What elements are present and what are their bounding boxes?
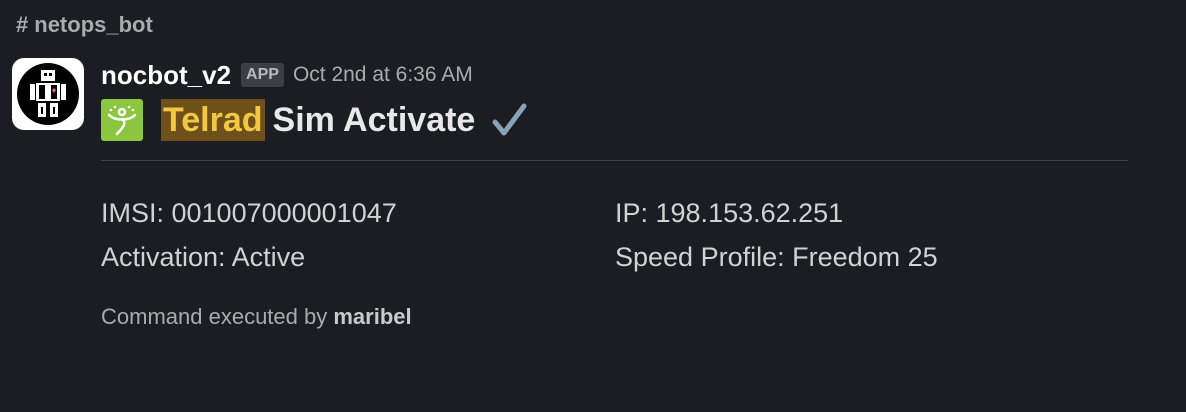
- telrad-logo-icon: [101, 99, 143, 141]
- heavy-check-mark-icon: [492, 103, 527, 136]
- channel-name[interactable]: netops_bot: [34, 12, 153, 38]
- field-activation: Activation: Active: [101, 242, 306, 272]
- bot-name[interactable]: nocbot_v2: [101, 60, 231, 91]
- app-badge: APP: [241, 63, 284, 87]
- message-title: Telrad Sim Activate: [101, 98, 1141, 142]
- robot-icon: [17, 63, 79, 125]
- title-text: Sim Activate: [272, 100, 476, 139]
- message-timestamp[interactable]: Oct 2nd at 6:36 AM: [293, 63, 473, 87]
- bot-avatar[interactable]: [12, 58, 84, 130]
- field-speed-profile: Speed Profile: Freedom 25: [615, 242, 938, 272]
- message-content: nocbot_v2 APP Oct 2nd at 6:36 AM Telrad …: [101, 58, 1141, 329]
- field-imsi: IMSI: 001007000001047: [101, 198, 397, 228]
- message-footer: Command executed by maribel: [101, 304, 412, 330]
- field-ip: IP: 198.153.62.251: [615, 198, 844, 228]
- footer-prefix: Command executed by: [101, 304, 328, 329]
- channel-hash-icon: #: [16, 12, 29, 37]
- footer-user[interactable]: maribel: [333, 304, 411, 329]
- divider: [101, 160, 1128, 161]
- message-meta: nocbot_v2 APP Oct 2nd at 6:36 AM: [101, 58, 1141, 92]
- channel-header[interactable]: # netops_bot: [16, 10, 153, 40]
- title-highlight: Telrad: [161, 99, 265, 141]
